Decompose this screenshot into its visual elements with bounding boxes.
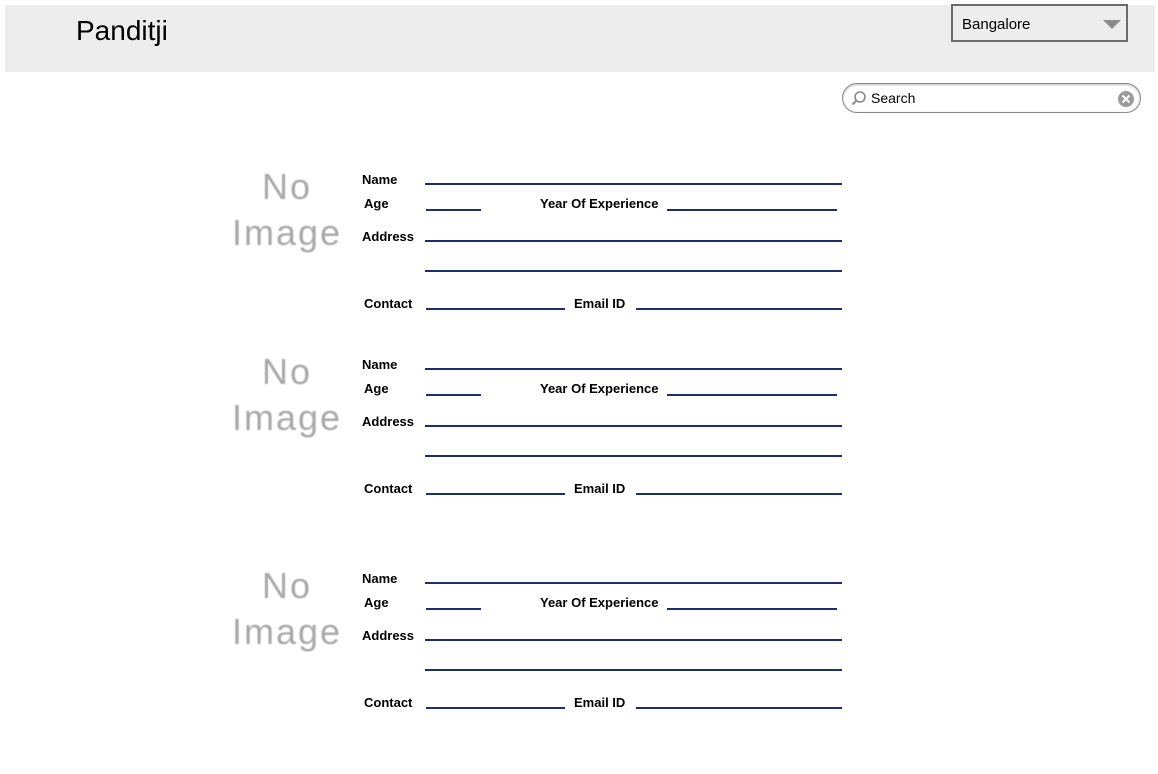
pandit-card: No Image Name Age Year Of Experience Add… — [0, 164, 1158, 324]
city-dropdown[interactable]: Bangalore — [951, 4, 1128, 42]
search-box[interactable] — [842, 83, 1141, 113]
contact-label: Contact — [364, 481, 413, 496]
name-label: Name — [362, 172, 398, 187]
address-label: Address — [362, 628, 415, 643]
pandit-card: No Image Name Age Year Of Experience Add… — [0, 349, 1158, 509]
age-field[interactable] — [426, 209, 481, 211]
contact-label: Contact — [364, 296, 413, 311]
chevron-down-icon — [1103, 20, 1121, 29]
name-field[interactable] — [425, 368, 842, 370]
experience-field[interactable] — [667, 209, 837, 211]
experience-field[interactable] — [667, 394, 837, 396]
address-field-line-1[interactable] — [425, 639, 842, 641]
age-field[interactable] — [426, 608, 481, 610]
email-field[interactable] — [636, 493, 842, 495]
email-field[interactable] — [636, 707, 842, 709]
experience-label: Year Of Experience — [540, 595, 659, 610]
search-icon — [851, 91, 866, 106]
top-header: Panditji Bangalore — [5, 4, 1155, 72]
app-title: Panditji — [76, 15, 168, 46]
name-label: Name — [362, 571, 398, 586]
contact-field[interactable] — [426, 707, 565, 709]
contact-field[interactable] — [426, 308, 565, 310]
no-image-placeholder: No Image — [231, 166, 343, 253]
name-field[interactable] — [425, 183, 842, 185]
name-label: Name — [362, 357, 398, 372]
no-image-placeholder: No Image — [231, 351, 343, 438]
email-label: Email ID — [574, 296, 626, 311]
experience-label: Year Of Experience — [540, 196, 659, 211]
pandit-card: No Image Name Age Year Of Experience Add… — [0, 563, 1158, 723]
address-field-line-2[interactable] — [425, 669, 842, 671]
name-field[interactable] — [425, 582, 842, 584]
email-label: Email ID — [574, 695, 626, 710]
experience-label: Year Of Experience — [540, 381, 659, 396]
contact-field[interactable] — [426, 493, 565, 495]
address-field-line-1[interactable] — [425, 425, 842, 427]
age-label: Age — [364, 595, 389, 610]
search-input[interactable] — [871, 88, 1111, 108]
clear-icon[interactable] — [1117, 90, 1135, 108]
email-label: Email ID — [574, 481, 626, 496]
address-field-line-2[interactable] — [425, 270, 842, 272]
address-field-line-2[interactable] — [425, 455, 842, 457]
contact-label: Contact — [364, 695, 413, 710]
age-field[interactable] — [426, 394, 481, 396]
no-image-placeholder: No Image — [231, 565, 343, 652]
address-label: Address — [362, 414, 415, 429]
age-label: Age — [364, 381, 389, 396]
city-dropdown-value: Bangalore — [962, 16, 1031, 33]
address-label: Address — [362, 229, 415, 244]
age-label: Age — [364, 196, 389, 211]
experience-field[interactable] — [667, 608, 837, 610]
email-field[interactable] — [636, 308, 842, 310]
address-field-line-1[interactable] — [425, 240, 842, 242]
